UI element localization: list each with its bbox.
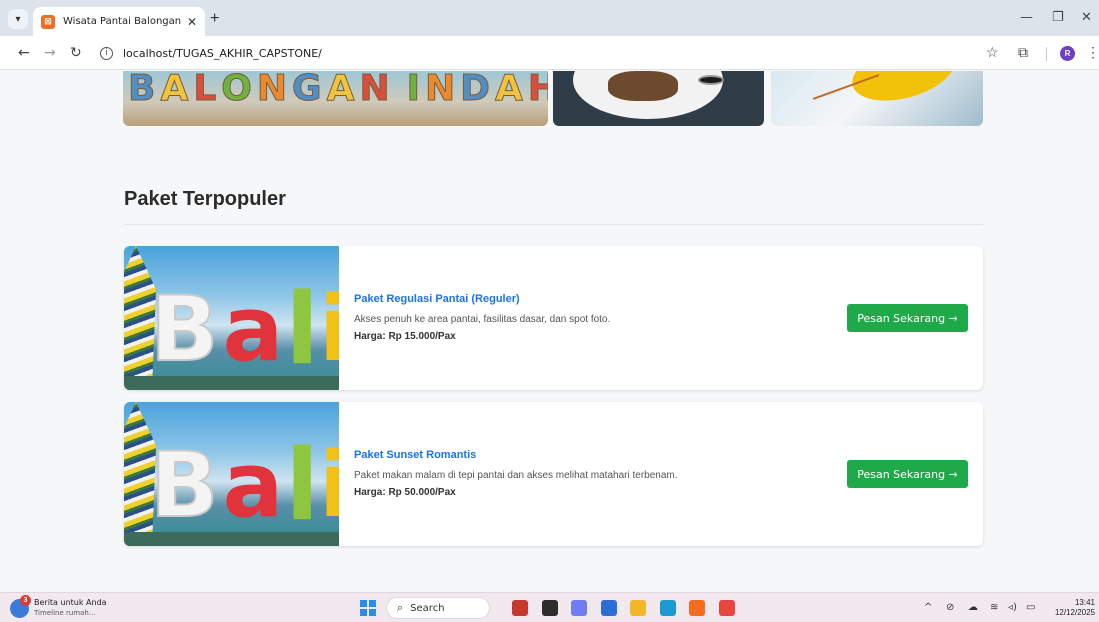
food-shape: [608, 71, 678, 101]
package-card: B a l i Paket Regulasi Pantai (Reguler) …: [124, 246, 983, 390]
clock-time[interactable]: 13:41: [1071, 598, 1095, 607]
package-title[interactable]: Paket Sunset Romantis: [354, 449, 476, 461]
order-now-button[interactable]: Pesan Sekarang →: [847, 460, 968, 488]
profile-avatar[interactable]: R: [1060, 46, 1075, 61]
section-title: Paket Terpopuler: [124, 188, 286, 210]
new-tab-button[interactable]: +: [210, 10, 219, 28]
bookmark-star-icon[interactable]: ☆: [986, 44, 999, 61]
browser-tabbar: ▾ ⊠ Wisata Pantai Balongan Indah ✕ + — ❐…: [0, 0, 1099, 36]
package-info: Paket Sunset Romantis Paket makan malam …: [354, 402, 804, 546]
search-icon: ⌕: [397, 601, 404, 614]
xampp-icon[interactable]: [689, 600, 705, 616]
omnibox[interactable]: i localhost/TUGAS_AKHIR_CAPSTONE/: [94, 41, 1012, 65]
tab-title: Wisata Pantai Balongan Indah: [63, 16, 181, 27]
page-viewport: BALONGANINDAH Paket Terpopuler B a l i P…: [0, 71, 1099, 591]
tab-list-button[interactable]: ▾: [8, 9, 28, 29]
news-badge: 3: [20, 595, 31, 606]
toolbar-divider: [1046, 47, 1047, 61]
gallery-image-beach-sign: BALONGANINDAH: [123, 71, 548, 126]
banner-letter: I: [406, 71, 421, 109]
package-description: Paket makan malam di tepi pantai dan aks…: [354, 470, 678, 481]
banner-letter: N: [359, 71, 390, 109]
news-widget-subtitle[interactable]: Timeline rumah...: [34, 609, 96, 617]
clock-date[interactable]: 12/12/2025: [1048, 608, 1095, 617]
restore-button[interactable]: ❐: [1052, 10, 1064, 25]
gallery-image-food: [553, 71, 764, 126]
extensions-icon[interactable]: ⧉: [1018, 44, 1028, 61]
sauce-bowl-shape: [698, 75, 724, 85]
battery-icon[interactable]: ▭: [1026, 602, 1035, 613]
reload-button[interactable]: ↻: [70, 45, 82, 61]
banner-letter: N: [256, 71, 288, 109]
browser-tab-active[interactable]: ⊠ Wisata Pantai Balongan Indah ✕: [33, 7, 205, 36]
banana-boat-shape: [846, 71, 961, 111]
minimize-button[interactable]: —: [1020, 10, 1033, 25]
volume-icon[interactable]: ◃): [1008, 602, 1017, 613]
site-info-icon[interactable]: i: [100, 46, 113, 60]
start-button[interactable]: [360, 600, 376, 616]
game-icon[interactable]: [512, 600, 528, 616]
ground-strip: [124, 376, 339, 390]
search-label: Search: [410, 602, 445, 614]
edge-icon[interactable]: [659, 600, 676, 616]
banner-letter: D: [460, 71, 491, 109]
folder-icon[interactable]: [630, 600, 646, 616]
store-icon[interactable]: [600, 600, 617, 616]
package-image-bali-sign: B a l i: [124, 246, 339, 390]
package-image-bali-sign: B a l i: [124, 402, 339, 546]
banner-letter: G: [292, 71, 323, 109]
browser-menu-icon[interactable]: ⋮: [1086, 44, 1099, 61]
windows-taskbar: 3 Berita untuk Anda Timeline rumah... ⌕ …: [0, 592, 1099, 622]
package-card: B a l i Paket Sunset Romantis Paket maka…: [124, 402, 983, 546]
package-description: Akses penuh ke area pantai, fasilitas da…: [354, 314, 611, 325]
notifications-off-icon[interactable]: ⊘: [946, 602, 954, 613]
copilot-icon[interactable]: [571, 600, 587, 616]
taskbar-search[interactable]: ⌕ Search: [386, 597, 490, 619]
package-price: Harga: Rp 50.000/Pax: [354, 487, 456, 498]
wifi-icon[interactable]: ≋: [990, 602, 998, 613]
bali-letters: B a l i: [149, 273, 339, 387]
url-text[interactable]: localhost/TUGAS_AKHIR_CAPSTONE/: [123, 47, 322, 60]
section-divider: [124, 224, 983, 225]
banner-letter: O: [221, 71, 253, 109]
banner-letter: L: [193, 71, 217, 109]
bali-letters: B a l i: [149, 429, 339, 543]
order-now-button[interactable]: Pesan Sekarang →: [847, 304, 968, 332]
package-price: Harga: Rp 15.000/Pax: [354, 331, 456, 342]
gallery-image-banana-boat: [771, 71, 983, 126]
banner-letter: N: [425, 71, 456, 109]
close-window-button[interactable]: ✕: [1081, 10, 1092, 25]
chrome-icon[interactable]: [718, 600, 735, 616]
ground-strip: [124, 532, 339, 546]
xampp-favicon-icon: ⊠: [41, 14, 55, 29]
beach-sign-letters: BALONGANINDAH: [127, 71, 548, 107]
package-title[interactable]: Paket Regulasi Pantai (Reguler): [354, 293, 520, 305]
back-button[interactable]: ←: [18, 45, 30, 61]
banner-letter: A: [326, 71, 355, 109]
terminal-icon[interactable]: [541, 600, 558, 616]
package-info: Paket Regulasi Pantai (Reguler) Akses pe…: [354, 246, 804, 390]
forward-button[interactable]: →: [44, 45, 56, 61]
banner-letter: A: [495, 71, 524, 109]
banner-letter: A: [160, 71, 189, 109]
tray-overflow-icon[interactable]: ^: [924, 602, 932, 613]
onedrive-icon[interactable]: ☁: [968, 602, 978, 613]
news-widget-title[interactable]: Berita untuk Anda: [34, 598, 107, 607]
address-bar: ← → ↻ i localhost/TUGAS_AKHIR_CAPSTONE/ …: [0, 36, 1099, 70]
banner-letter: B: [127, 71, 156, 109]
banner-letter: H: [527, 71, 548, 109]
tab-close-icon[interactable]: ✕: [187, 15, 197, 29]
